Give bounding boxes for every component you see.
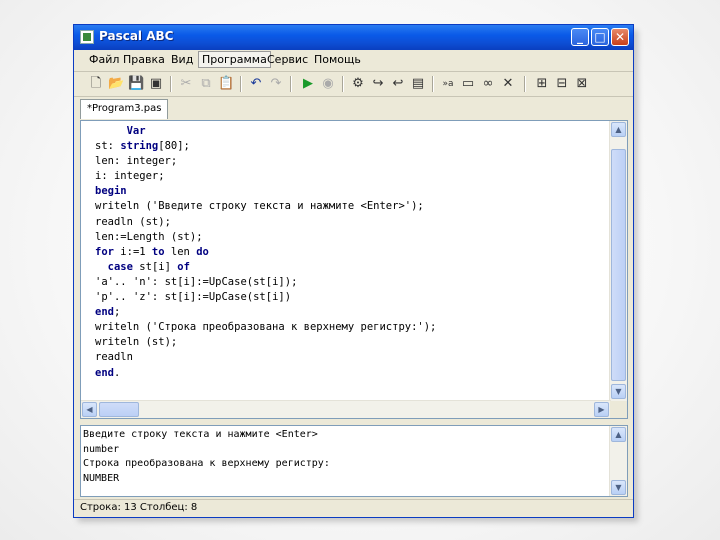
code-line[interactable]: 'a'.. 'n': st[i]:=UpCase(st[i]); <box>95 275 436 290</box>
maximize-button[interactable]: □ <box>591 28 609 46</box>
code-line[interactable]: case st[i] of <box>95 260 436 275</box>
status-bar: Строка: 13 Столбец: 8 <box>74 499 633 517</box>
pascal-window: Pascal ABC _ □ ✕ Файл Правка Вид Програм… <box>73 24 634 518</box>
code-line[interactable]: i: integer; <box>95 169 436 184</box>
toolbar-separator <box>240 76 242 92</box>
panel2-icon[interactable]: ⊟ <box>554 76 570 92</box>
compile-icon[interactable]: ⚙ <box>350 76 366 92</box>
output-text: Введите строку текста и нажмите <Enter> n… <box>83 428 330 486</box>
editor-hscroll-thumb[interactable] <box>99 402 139 417</box>
code-line[interactable]: writeln ('Введите строку текста и нажмит… <box>95 199 436 214</box>
slide-background: Pascal ABC _ □ ✕ Файл Правка Вид Програм… <box>0 0 720 540</box>
status-separator <box>74 499 633 500</box>
output-line: NUMBER <box>83 472 120 484</box>
panel3-icon[interactable]: ⊠ <box>574 76 590 92</box>
menu-edit[interactable]: Правка <box>120 53 168 66</box>
code-line[interactable]: len: integer; <box>95 154 436 169</box>
code-line[interactable]: Var <box>95 124 436 139</box>
output-line: Строка преобразована к верхнему регистру… <box>83 458 330 469</box>
code-editor[interactable]: Var st: string[80]; len: integer; i: intege… <box>80 120 628 419</box>
minimize-button[interactable]: _ <box>571 28 589 46</box>
scroll-up-icon[interactable]: ▲ <box>611 427 626 442</box>
menu-file[interactable]: Файл <box>86 53 122 66</box>
code-line[interactable]: st: string[80]; <box>95 139 436 154</box>
save-all-icon[interactable]: ▣ <box>148 76 164 92</box>
code-line[interactable]: end; <box>95 305 436 320</box>
output-panel[interactable]: Введите строку текста и нажмите <Enter> n… <box>80 425 628 497</box>
editor-vertical-scrollbar[interactable]: ▲ ▼ <box>609 121 627 402</box>
panel1-icon[interactable]: ⊞ <box>534 76 550 92</box>
variables-icon[interactable]: »a <box>440 76 456 92</box>
code-line[interactable]: readln <box>95 350 436 365</box>
output-scrollbar[interactable]: ▲ ▼ <box>609 426 627 496</box>
scroll-down-icon[interactable]: ▼ <box>611 480 626 495</box>
toolbar-separator <box>432 76 434 92</box>
menu-program[interactable]: Программа <box>198 51 271 68</box>
scroll-left-icon[interactable]: ◀ <box>82 402 97 417</box>
window-title: Pascal ABC <box>99 29 174 43</box>
toolbar-separator <box>170 76 172 92</box>
toolbar: 🗋 📂 💾 ▣ ✂ ⧉ 📋 ↶ ↷ ▶ ◉ ⚙ ↪ ↩ ▤ »a ▭ ∞ ✕ ⊞ <box>74 72 633 97</box>
toolbar-separator <box>342 76 344 92</box>
redo-icon[interactable]: ↷ <box>268 76 284 92</box>
undo-icon[interactable]: ↶ <box>248 76 264 92</box>
toolbar-separator <box>524 76 526 92</box>
copy-icon[interactable]: ⧉ <box>198 76 214 92</box>
menu-service[interactable]: Сервис <box>264 53 311 66</box>
open-folder-icon[interactable]: 📂 <box>108 76 124 92</box>
new-file-icon[interactable]: 🗋 <box>88 76 104 92</box>
code-line[interactable]: for i:=1 to len do <box>95 245 436 260</box>
watch-icon[interactable]: ▤ <box>410 76 426 92</box>
close-button[interactable]: ✕ <box>611 28 629 46</box>
code-line[interactable]: writeln (st); <box>95 335 436 350</box>
stop-icon[interactable]: ◉ <box>320 76 336 92</box>
scroll-right-icon[interactable]: ▶ <box>594 402 609 417</box>
save-icon[interactable]: 💾 <box>128 76 144 92</box>
toolbar-separator <box>290 76 292 92</box>
title-bar[interactable]: Pascal ABC _ □ ✕ <box>74 25 633 50</box>
step-into-icon[interactable]: ↪ <box>370 76 386 92</box>
app-icon <box>80 30 94 44</box>
output-line: number <box>83 443 120 455</box>
code-text[interactable]: Var st: string[80]; len: integer; i: intege… <box>95 124 436 381</box>
editor-horizontal-scrollbar[interactable]: ◀ ▶ <box>81 400 611 418</box>
debug-icon[interactable]: ∞ <box>480 76 496 92</box>
scroll-corner <box>610 401 627 418</box>
tab-program3[interactable]: *Program3.pas <box>80 99 169 119</box>
output-line: Введите строку текста и нажмите <Enter> <box>83 429 318 440</box>
code-line[interactable]: end. <box>95 366 436 381</box>
scroll-down-icon[interactable]: ▼ <box>611 384 626 399</box>
window-icon[interactable]: ▭ <box>460 76 476 92</box>
run-icon[interactable]: ▶ <box>300 76 316 92</box>
menu-help[interactable]: Помощь <box>311 53 364 66</box>
code-line[interactable]: begin <box>95 184 436 199</box>
tab-bar: *Program3.pas <box>74 97 633 119</box>
menu-view[interactable]: Вид <box>168 53 196 66</box>
code-line[interactable]: readln (st); <box>95 215 436 230</box>
editor-scroll-thumb[interactable] <box>611 149 626 381</box>
code-line[interactable]: writeln ('Строка преобразована к верхнем… <box>95 320 436 335</box>
scroll-up-icon[interactable]: ▲ <box>611 122 626 137</box>
code-line[interactable]: len:=Length (st); <box>95 230 436 245</box>
paste-icon[interactable]: 📋 <box>218 76 234 92</box>
close-x-icon[interactable]: ✕ <box>500 76 516 92</box>
step-over-icon[interactable]: ↩ <box>390 76 406 92</box>
code-line[interactable]: 'p'.. 'z': st[i]:=UpCase(st[i]) <box>95 290 436 305</box>
menu-bar: Файл Правка Вид Программа Сервис Помощь <box>74 50 633 72</box>
cut-icon[interactable]: ✂ <box>178 76 194 92</box>
status-text: Строка: 13 Столбец: 8 <box>80 502 198 513</box>
